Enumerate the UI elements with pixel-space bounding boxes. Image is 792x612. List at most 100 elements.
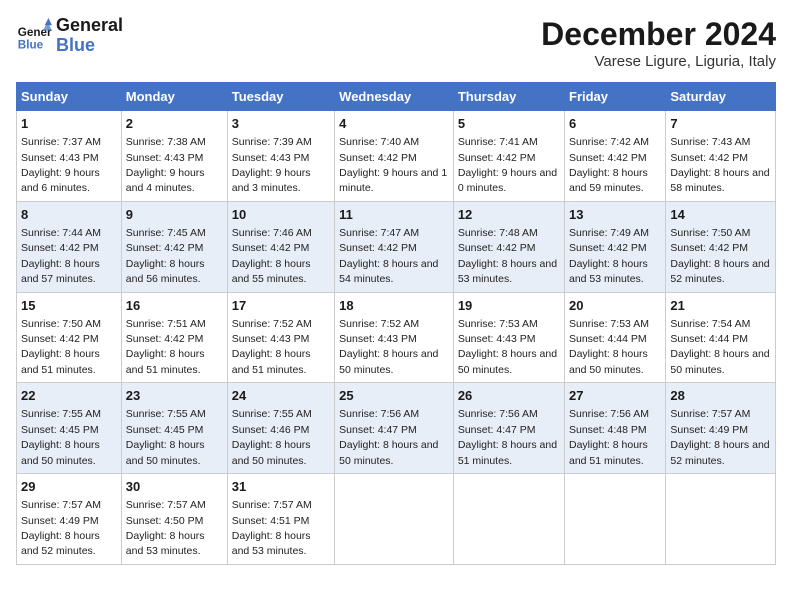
cell-sunrise: Sunrise: 7:56 AM (339, 408, 419, 420)
cell-sunrise: Sunrise: 7:50 AM (21, 318, 101, 330)
cell-sunset: Sunset: 4:42 PM (569, 152, 647, 164)
calendar-week-row: 15Sunrise: 7:50 AMSunset: 4:42 PMDayligh… (17, 292, 776, 383)
cell-daylight: Daylight: 8 hours and 58 minutes. (670, 167, 769, 194)
day-number: 31 (232, 478, 330, 496)
day-number: 24 (232, 387, 330, 405)
calendar-cell: 24Sunrise: 7:55 AMSunset: 4:46 PMDayligh… (227, 383, 334, 474)
day-number: 13 (569, 206, 661, 224)
calendar-cell: 2Sunrise: 7:38 AMSunset: 4:43 PMDaylight… (121, 111, 227, 202)
cell-sunset: Sunset: 4:42 PM (458, 242, 536, 254)
cell-sunrise: Sunrise: 7:57 AM (21, 499, 101, 511)
cell-sunset: Sunset: 4:47 PM (339, 424, 417, 436)
cell-sunset: Sunset: 4:51 PM (232, 515, 310, 527)
cell-sunset: Sunset: 4:42 PM (232, 242, 310, 254)
day-number: 19 (458, 297, 560, 315)
cell-sunset: Sunset: 4:43 PM (21, 152, 99, 164)
cell-sunset: Sunset: 4:45 PM (126, 424, 204, 436)
cell-sunrise: Sunrise: 7:57 AM (670, 408, 750, 420)
day-number: 3 (232, 115, 330, 133)
cell-sunrise: Sunrise: 7:37 AM (21, 136, 101, 148)
logo-icon: General Blue (16, 18, 52, 54)
cell-daylight: Daylight: 8 hours and 54 minutes. (339, 258, 438, 285)
cell-sunrise: Sunrise: 7:49 AM (569, 227, 649, 239)
cell-sunset: Sunset: 4:42 PM (670, 152, 748, 164)
cell-daylight: Daylight: 8 hours and 57 minutes. (21, 258, 100, 285)
day-number: 2 (126, 115, 223, 133)
day-number: 8 (21, 206, 117, 224)
col-header-friday: Friday (565, 83, 666, 111)
cell-sunrise: Sunrise: 7:43 AM (670, 136, 750, 148)
page-subtitle: Varese Ligure, Liguria, Italy (541, 53, 776, 70)
col-header-thursday: Thursday (453, 83, 564, 111)
calendar-cell: 25Sunrise: 7:56 AMSunset: 4:47 PMDayligh… (335, 383, 454, 474)
cell-daylight: Daylight: 9 hours and 4 minutes. (126, 167, 205, 194)
calendar-table: SundayMondayTuesdayWednesdayThursdayFrid… (16, 82, 776, 565)
cell-sunrise: Sunrise: 7:39 AM (232, 136, 312, 148)
day-number: 15 (21, 297, 117, 315)
day-number: 6 (569, 115, 661, 133)
day-number: 14 (670, 206, 771, 224)
day-number: 21 (670, 297, 771, 315)
cell-sunrise: Sunrise: 7:53 AM (458, 318, 538, 330)
calendar-week-row: 22Sunrise: 7:55 AMSunset: 4:45 PMDayligh… (17, 383, 776, 474)
cell-daylight: Daylight: 9 hours and 0 minutes. (458, 167, 557, 194)
cell-sunset: Sunset: 4:42 PM (339, 152, 417, 164)
cell-daylight: Daylight: 9 hours and 6 minutes. (21, 167, 100, 194)
cell-daylight: Daylight: 8 hours and 52 minutes. (670, 258, 769, 285)
col-header-tuesday: Tuesday (227, 83, 334, 111)
day-number: 27 (569, 387, 661, 405)
cell-sunrise: Sunrise: 7:41 AM (458, 136, 538, 148)
cell-sunrise: Sunrise: 7:47 AM (339, 227, 419, 239)
day-number: 30 (126, 478, 223, 496)
day-number: 7 (670, 115, 771, 133)
day-number: 25 (339, 387, 449, 405)
calendar-header-row: SundayMondayTuesdayWednesdayThursdayFrid… (17, 83, 776, 111)
cell-daylight: Daylight: 8 hours and 51 minutes. (458, 439, 557, 466)
day-number: 18 (339, 297, 449, 315)
cell-sunset: Sunset: 4:47 PM (458, 424, 536, 436)
calendar-cell: 11Sunrise: 7:47 AMSunset: 4:42 PMDayligh… (335, 201, 454, 292)
cell-sunset: Sunset: 4:50 PM (126, 515, 204, 527)
calendar-cell: 29Sunrise: 7:57 AMSunset: 4:49 PMDayligh… (17, 474, 122, 565)
cell-daylight: Daylight: 8 hours and 53 minutes. (569, 258, 648, 285)
cell-sunset: Sunset: 4:42 PM (126, 242, 204, 254)
cell-daylight: Daylight: 8 hours and 51 minutes. (569, 439, 648, 466)
cell-sunrise: Sunrise: 7:56 AM (569, 408, 649, 420)
cell-sunset: Sunset: 4:45 PM (21, 424, 99, 436)
calendar-cell: 27 Sunrise: 7:56 AM Sunset: 4:48 PM Dayligh… (565, 383, 666, 474)
cell-daylight: Daylight: 8 hours and 50 minutes. (232, 439, 311, 466)
cell-sunset: Sunset: 4:43 PM (458, 333, 536, 345)
day-number: 4 (339, 115, 449, 133)
cell-sunrise: Sunrise: 7:55 AM (21, 408, 101, 420)
cell-daylight: Daylight: 8 hours and 53 minutes. (126, 530, 205, 557)
cell-sunrise: Sunrise: 7:54 AM (670, 318, 750, 330)
calendar-cell: 10Sunrise: 7:46 AMSunset: 4:42 PMDayligh… (227, 201, 334, 292)
col-header-wednesday: Wednesday (335, 83, 454, 111)
calendar-cell: 8Sunrise: 7:44 AMSunset: 4:42 PMDaylight… (17, 201, 122, 292)
cell-sunset: Sunset: 4:49 PM (670, 424, 748, 436)
cell-daylight: Daylight: 8 hours and 50 minutes. (126, 439, 205, 466)
cell-sunset: Sunset: 4:48 PM (569, 424, 647, 436)
calendar-week-row: 1Sunrise: 7:37 AMSunset: 4:43 PMDaylight… (17, 111, 776, 202)
calendar-cell: 26Sunrise: 7:56 AMSunset: 4:47 PMDayligh… (453, 383, 564, 474)
calendar-week-row: 8Sunrise: 7:44 AMSunset: 4:42 PMDaylight… (17, 201, 776, 292)
calendar-cell: 4Sunrise: 7:40 AMSunset: 4:42 PMDaylight… (335, 111, 454, 202)
calendar-cell: 3Sunrise: 7:39 AMSunset: 4:43 PMDaylight… (227, 111, 334, 202)
cell-sunrise: Sunrise: 7:52 AM (339, 318, 419, 330)
logo-text: General Blue (56, 16, 123, 56)
calendar-cell: 14 Sunrise: 7:50 AM Sunset: 4:42 PM Dayligh… (666, 201, 776, 292)
cell-daylight: Daylight: 8 hours and 53 minutes. (232, 530, 311, 557)
calendar-cell: 18Sunrise: 7:52 AMSunset: 4:43 PMDayligh… (335, 292, 454, 383)
cell-daylight: Daylight: 8 hours and 50 minutes. (458, 348, 557, 375)
col-header-monday: Monday (121, 83, 227, 111)
calendar-cell (565, 474, 666, 565)
calendar-cell: 30Sunrise: 7:57 AMSunset: 4:50 PMDayligh… (121, 474, 227, 565)
page-header: General Blue General Blue December 2024 … (16, 16, 776, 70)
cell-sunrise: Sunrise: 7:50 AM (670, 227, 750, 239)
day-number: 20 (569, 297, 661, 315)
cell-sunset: Sunset: 4:42 PM (670, 242, 748, 254)
cell-sunset: Sunset: 4:42 PM (458, 152, 536, 164)
calendar-cell (335, 474, 454, 565)
cell-sunrise: Sunrise: 7:56 AM (458, 408, 538, 420)
cell-daylight: Daylight: 8 hours and 50 minutes. (21, 439, 100, 466)
